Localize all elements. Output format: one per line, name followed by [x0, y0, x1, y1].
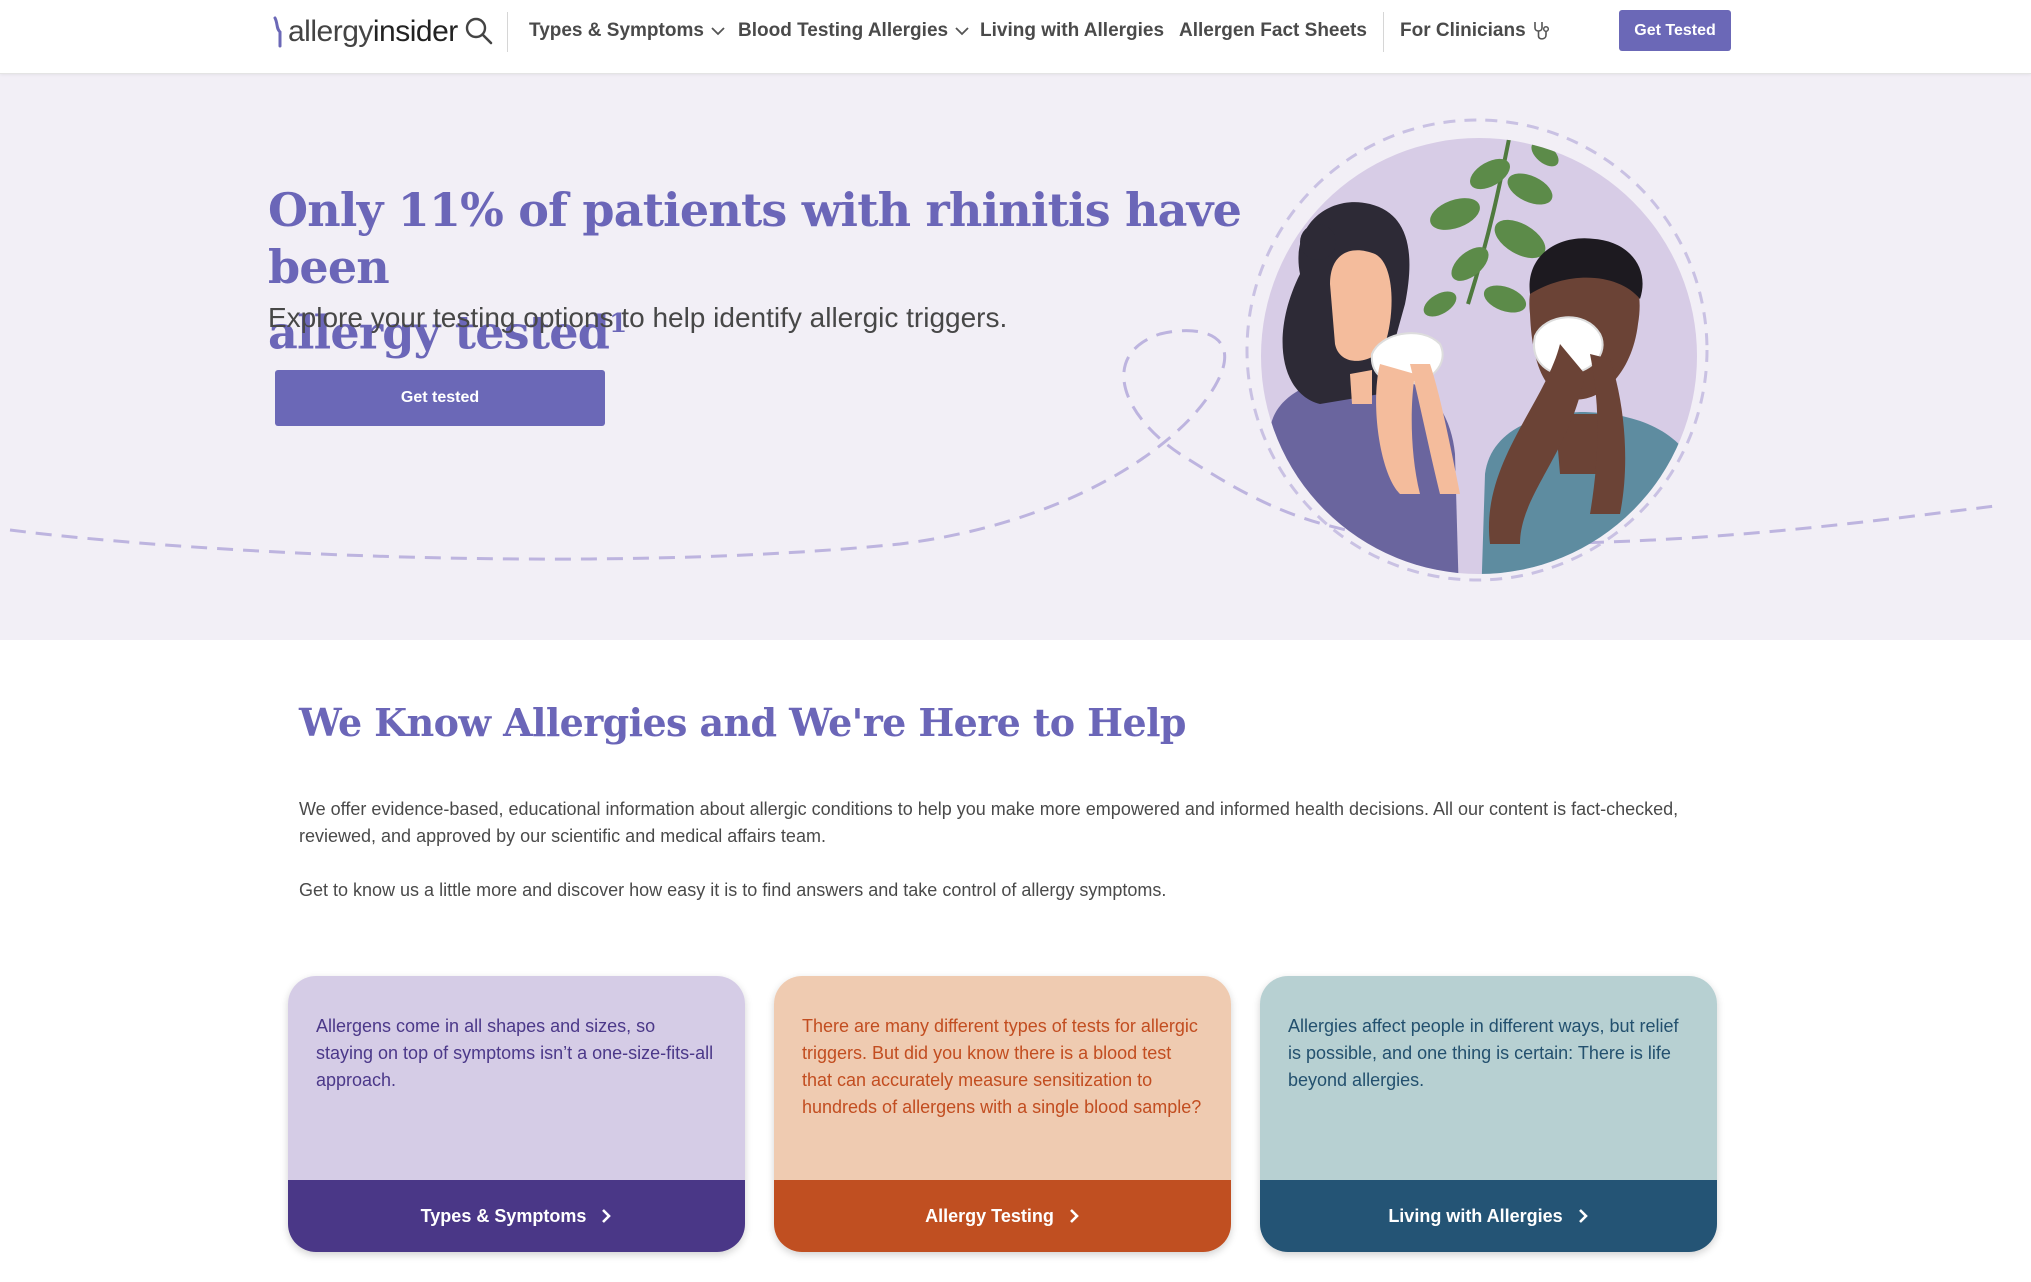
chevron-down-icon: [955, 27, 969, 36]
hero-title-line1: Only 11% of patients with rhinitis have …: [268, 183, 1242, 294]
card-living-with-allergies: Allergies affect people in different way…: [1260, 976, 1717, 1252]
search-icon[interactable]: [464, 16, 494, 46]
nav-item-label: For Clinicians: [1400, 20, 1526, 41]
hero-get-tested-button[interactable]: Get tested: [275, 370, 605, 426]
card-link-label: Living with Allergies: [1388, 1205, 1563, 1226]
logo-text-bold: insider: [372, 15, 458, 48]
card-text: There are many different types of tests …: [774, 976, 1231, 1180]
get-tested-button[interactable]: Get Tested: [1619, 10, 1731, 51]
stethoscope-icon: [1533, 22, 1549, 40]
logo-text: allergyinsider: [288, 15, 458, 49]
site-header: allergyinsider Types & Symptoms Blood Te…: [0, 0, 2031, 74]
nav-item-label: Types & Symptoms: [529, 20, 704, 41]
chevron-right-icon: [602, 1209, 612, 1223]
nav-item-allergen-fact-sheets[interactable]: Allergen Fact Sheets: [1179, 20, 1367, 42]
card-link-label: Allergy Testing: [925, 1205, 1054, 1226]
chevron-down-icon: [711, 27, 725, 36]
site-logo[interactable]: allergyinsider: [272, 12, 458, 52]
dashed-path: [9, 329, 1996, 561]
card-link-types-symptoms[interactable]: Types & Symptoms: [288, 1180, 745, 1252]
section-title: We Know Allergies and We're Here to Help: [299, 700, 1186, 745]
nav-item-blood-testing[interactable]: Blood Testing Allergies: [738, 20, 970, 42]
nav-item-label: Living with Allergies: [980, 20, 1165, 41]
hero-title: Only 11% of patients with rhinitis have …: [268, 182, 1248, 361]
chevron-right-icon: [1578, 1209, 1588, 1223]
logo-text-light: allergy: [288, 15, 373, 48]
card-types-symptoms: Allergens come in all shapes and sizes, …: [288, 976, 745, 1252]
nav-divider: [1383, 12, 1384, 52]
intro-paragraph-1: We offer evidence-based, educational inf…: [299, 799, 1679, 846]
card-allergy-testing: There are many different types of tests …: [774, 976, 1231, 1252]
nav-divider: [507, 12, 508, 52]
intro-paragraph-2: Get to know us a little more and discove…: [299, 880, 1167, 900]
logo-mark-icon: [273, 16, 282, 48]
chevron-right-icon: [1069, 1209, 1079, 1223]
nav-item-label: Allergen Fact Sheets: [1179, 20, 1367, 41]
nav-item-living-with-allergies[interactable]: Living with Allergies: [980, 20, 1164, 42]
nav-item-label: Blood Testing Allergies: [738, 20, 949, 41]
card-link-allergy-testing[interactable]: Allergy Testing: [774, 1180, 1231, 1252]
card-link-label: Types & Symptoms: [420, 1205, 587, 1226]
hero-section: Only 11% of patients with rhinitis have …: [0, 74, 2031, 640]
nav-item-types-symptoms[interactable]: Types & Symptoms: [529, 20, 726, 42]
nav-item-for-clinicians[interactable]: For Clinicians: [1400, 20, 1552, 42]
card-link-living-with-allergies[interactable]: Living with Allergies: [1260, 1180, 1717, 1252]
card-text: Allergens come in all shapes and sizes, …: [288, 976, 745, 1180]
card-text: Allergies affect people in different way…: [1260, 976, 1717, 1180]
hero-subtitle: Explore your testing options to help ide…: [268, 302, 1008, 333]
